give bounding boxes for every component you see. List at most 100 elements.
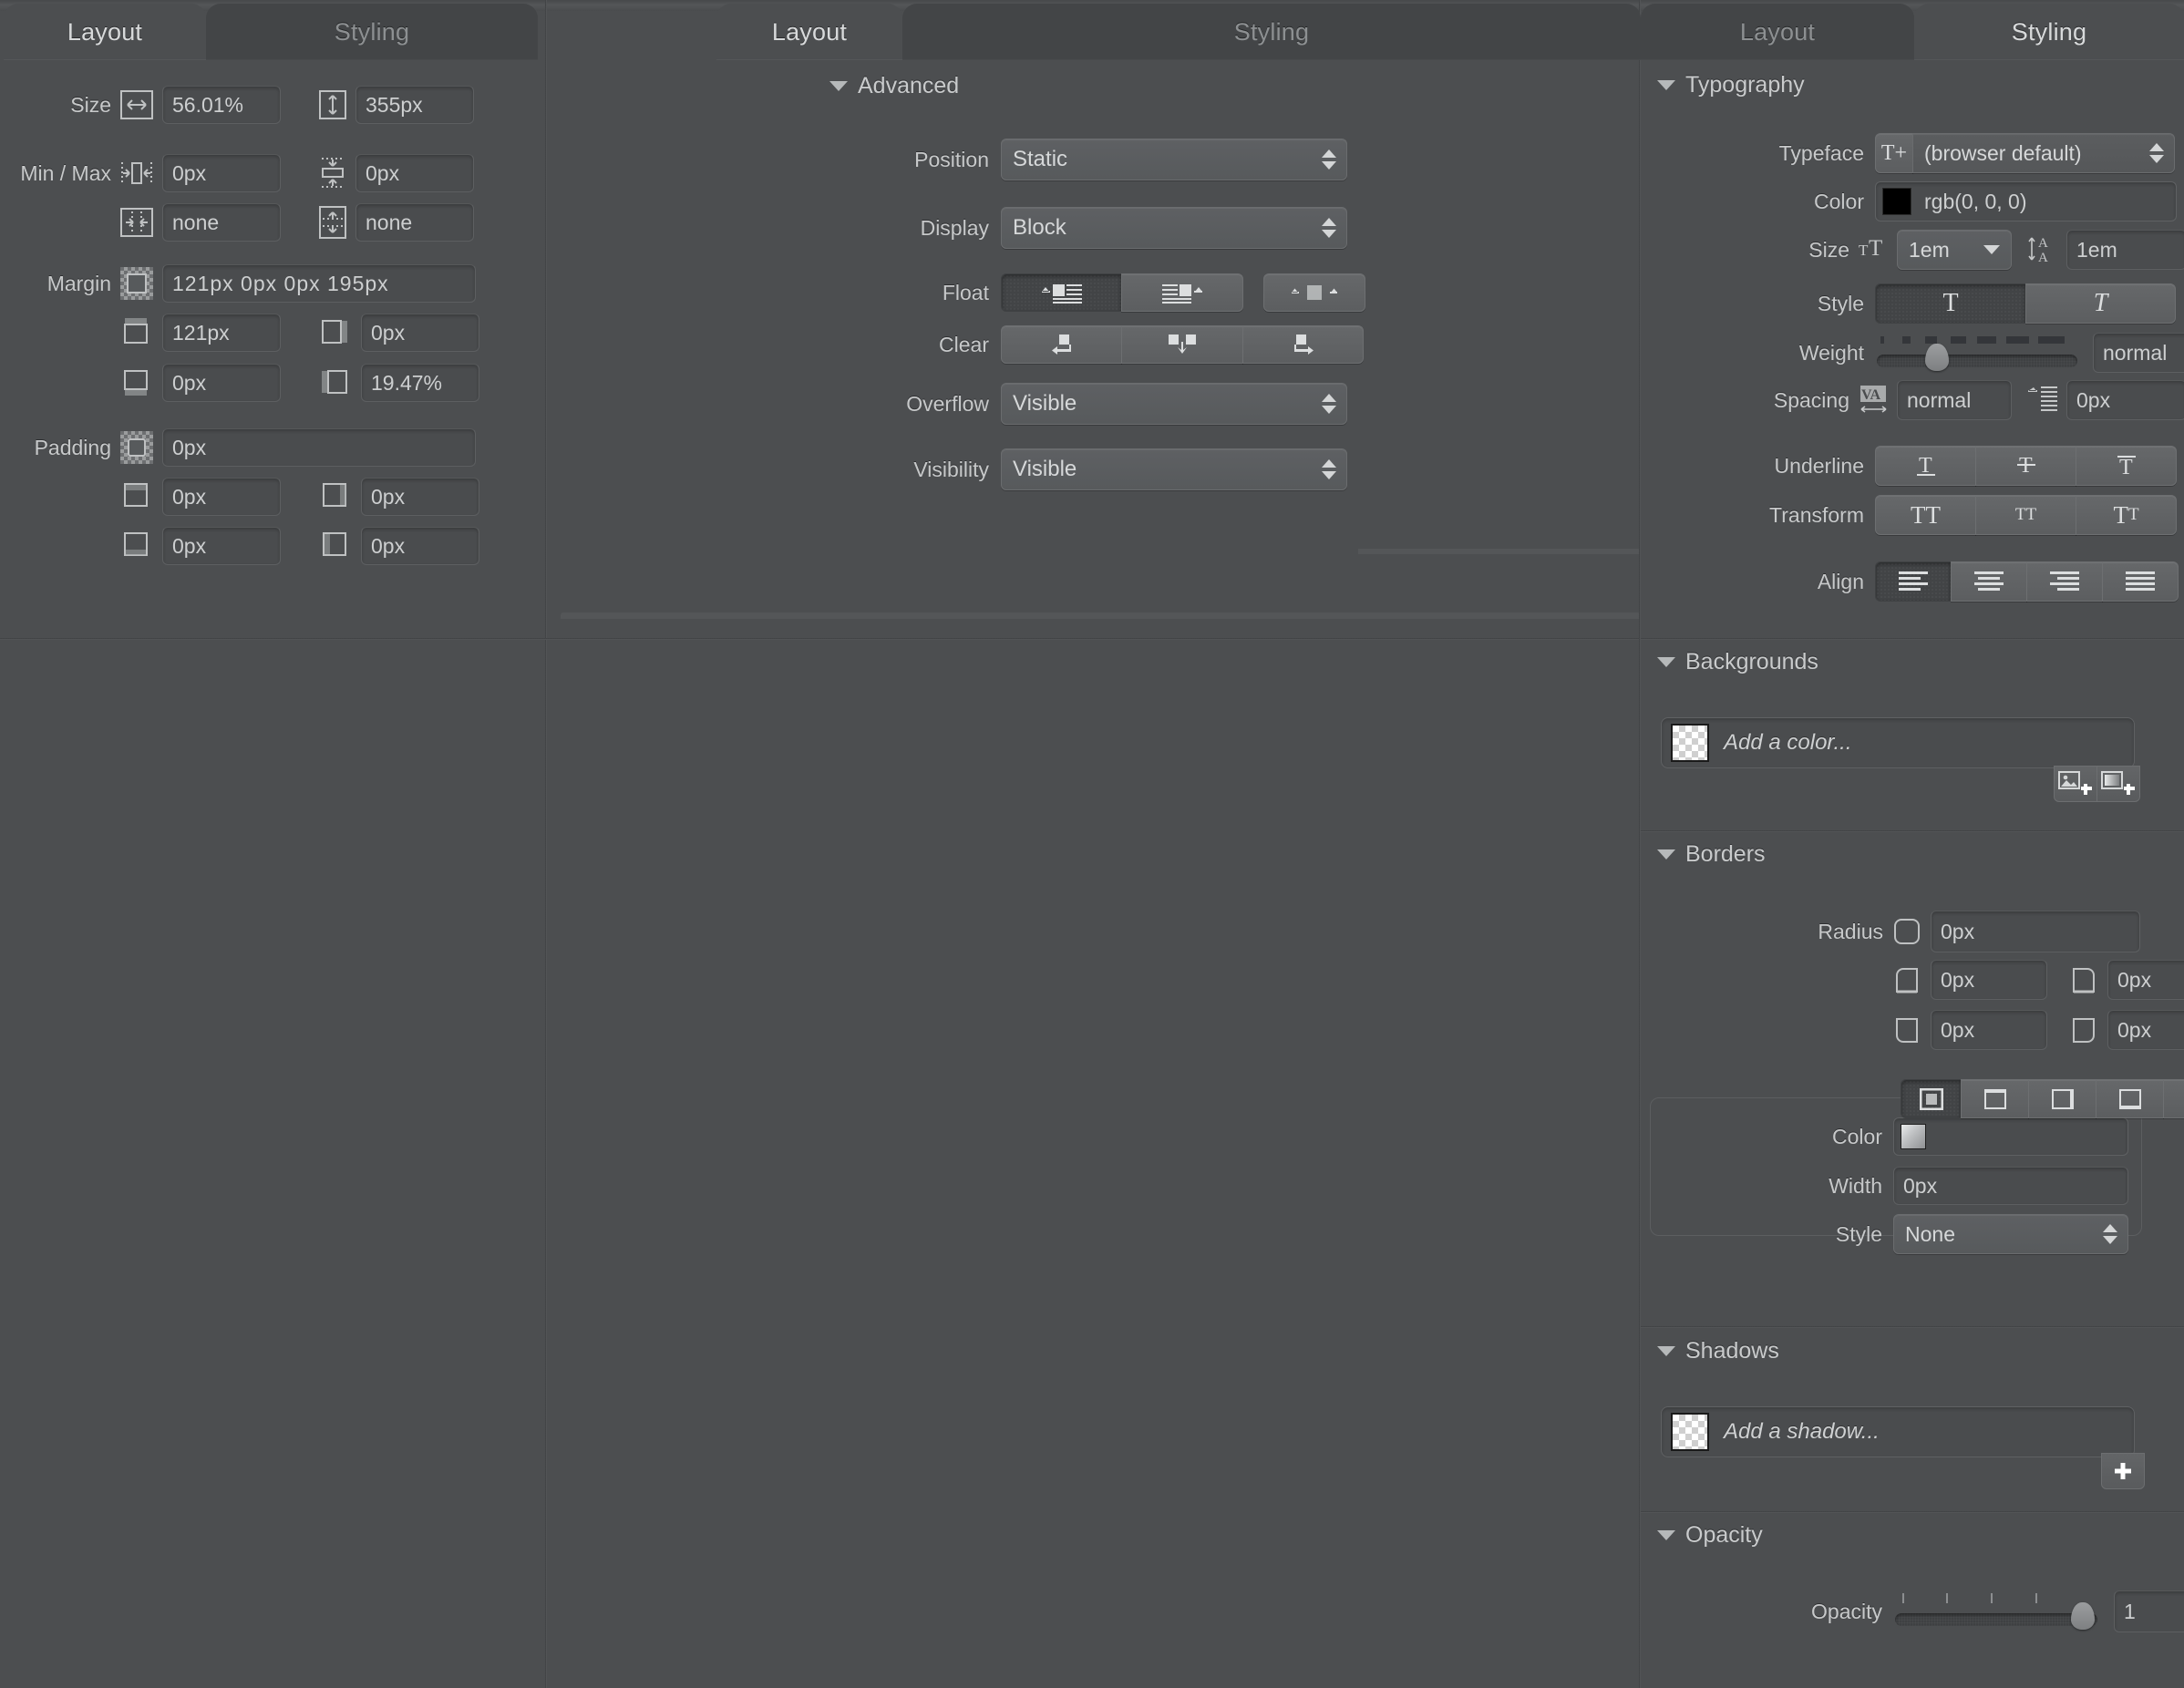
opacity-section-header[interactable]: Opacity bbox=[1657, 1522, 1763, 1549]
margin-top-input[interactable]: 121px bbox=[162, 314, 281, 352]
divider bbox=[1641, 638, 2184, 640]
border-right-side-button[interactable] bbox=[2028, 1079, 2096, 1118]
display-select[interactable]: Block bbox=[1001, 207, 1347, 249]
transparent-swatch[interactable] bbox=[1671, 1413, 1709, 1451]
line-height-input[interactable]: 1em bbox=[2066, 230, 2184, 270]
height-icon bbox=[319, 90, 346, 119]
align-left-button[interactable] bbox=[1875, 561, 1952, 602]
weight-slider[interactable] bbox=[1877, 333, 2077, 373]
radius-bottom-right-input[interactable]: 0px bbox=[2107, 1010, 2184, 1050]
font-style-italic-button[interactable]: T bbox=[2025, 283, 2176, 324]
margin-left-input[interactable]: 19.47% bbox=[361, 364, 479, 402]
tab-layout-mid[interactable]: Layout bbox=[716, 4, 902, 60]
backgrounds-section-header[interactable]: Backgrounds bbox=[1657, 649, 1818, 675]
border-bottom-side-button[interactable] bbox=[2096, 1079, 2164, 1118]
height-input[interactable]: 355px bbox=[355, 86, 474, 124]
add-background-image-icon[interactable] bbox=[2054, 766, 2097, 802]
right-panel-tabbar: Layout Styling bbox=[1641, 0, 2184, 60]
add-shadow-icon[interactable] bbox=[2101, 1453, 2145, 1489]
border-all-sides-button[interactable] bbox=[1901, 1079, 1962, 1118]
borders-section-header[interactable]: Borders bbox=[1657, 841, 1766, 868]
radius-top-right-input[interactable]: 0px bbox=[2107, 960, 2184, 1000]
radius-all-input[interactable]: 0px bbox=[1931, 911, 2140, 952]
clear-both-button[interactable] bbox=[1121, 325, 1243, 364]
float-right-button[interactable] bbox=[1121, 273, 1243, 312]
min-width-input[interactable]: 0px bbox=[162, 154, 281, 192]
max-height-input[interactable]: none bbox=[355, 203, 474, 242]
align-right-button[interactable] bbox=[2026, 561, 2103, 602]
border-style-select[interactable]: None bbox=[1893, 1214, 2128, 1254]
padding-right-input[interactable]: 0px bbox=[361, 478, 479, 516]
weight-input[interactable]: normal bbox=[2093, 333, 2184, 373]
radius-bottom-left-input[interactable]: 0px bbox=[1931, 1010, 2047, 1050]
typography-section-header[interactable]: Typography bbox=[1657, 72, 1805, 98]
font-size-value: 1em bbox=[1909, 238, 1950, 262]
text-indent-input[interactable]: 0px bbox=[2066, 380, 2184, 420]
border-color-label: Color bbox=[1641, 1125, 1882, 1149]
typeface-value: (browser default) bbox=[1924, 141, 2082, 165]
max-width-input[interactable]: none bbox=[162, 203, 281, 242]
background-color-row[interactable]: Add a color... bbox=[1661, 717, 2135, 768]
panel-divider-right[interactable] bbox=[1639, 0, 1641, 1688]
border-color-row: Color bbox=[1641, 1117, 2128, 1156]
svg-text:T: T bbox=[1859, 242, 1869, 259]
tab-styling-right[interactable]: Styling bbox=[1914, 4, 2184, 60]
overline-button[interactable]: T bbox=[2076, 446, 2177, 486]
min-height-input[interactable]: 0px bbox=[355, 154, 474, 192]
margin-bottom-input[interactable]: 0px bbox=[162, 364, 281, 402]
padding-left-input[interactable]: 0px bbox=[361, 527, 479, 565]
text-color-field[interactable]: rgb(0, 0, 0) bbox=[1875, 181, 2177, 221]
capitalize-button[interactable]: TT bbox=[2076, 495, 2177, 535]
padding-all-input[interactable]: 0px bbox=[162, 428, 476, 467]
advanced-section-header[interactable]: Advanced bbox=[829, 73, 959, 99]
position-select[interactable]: Static bbox=[1001, 139, 1347, 180]
clear-left-button[interactable] bbox=[1001, 325, 1122, 364]
shadow-row[interactable]: Add a shadow... bbox=[1661, 1406, 2135, 1457]
border-left-side-button[interactable] bbox=[2163, 1079, 2184, 1118]
opacity-input[interactable]: 1 bbox=[2114, 1590, 2184, 1632]
radius-top-left-input[interactable]: 0px bbox=[1931, 960, 2047, 1000]
tab-label: Layout bbox=[1740, 18, 1815, 46]
transparent-swatch[interactable] bbox=[1671, 724, 1709, 762]
underline-button[interactable]: T bbox=[1875, 446, 1976, 486]
overflow-select[interactable]: Visible bbox=[1001, 383, 1347, 425]
add-typeface-icon[interactable]: T+ bbox=[1875, 133, 1913, 173]
margin-all-input[interactable]: 121px 0px 0px 195px bbox=[162, 264, 476, 303]
letter-spacing-input[interactable]: normal bbox=[1897, 380, 2012, 420]
tab-layout-left[interactable]: Layout bbox=[4, 4, 206, 60]
tab-layout-right[interactable]: Layout bbox=[1641, 4, 1914, 60]
border-color-field[interactable] bbox=[1893, 1117, 2128, 1156]
uppercase-button[interactable]: TT bbox=[1875, 495, 1976, 535]
clear-right-button[interactable] bbox=[1242, 325, 1364, 364]
lowercase-button[interactable]: TT bbox=[1975, 495, 2076, 535]
width-input[interactable]: 56.01% bbox=[162, 86, 281, 124]
letter-spacing-row: Spacing VA normal 0px bbox=[1641, 380, 2184, 420]
border-top-side-button[interactable] bbox=[1961, 1079, 2029, 1118]
color-swatch[interactable] bbox=[1882, 188, 1911, 215]
padding-top-input[interactable]: 0px bbox=[162, 478, 281, 516]
opacity-slider[interactable] bbox=[1895, 1591, 2097, 1631]
typeface-select[interactable]: (browser default) bbox=[1912, 133, 2175, 173]
font-style-normal-button[interactable]: T bbox=[1875, 283, 2026, 324]
add-background-gradient-icon[interactable] bbox=[2096, 766, 2140, 802]
border-width-input[interactable]: 0px bbox=[1893, 1167, 2128, 1205]
spinner-icon bbox=[2103, 1224, 2117, 1244]
float-left-button[interactable] bbox=[1001, 273, 1122, 312]
overflow-value: Visible bbox=[1013, 391, 1077, 416]
panel-divider-left[interactable] bbox=[545, 0, 547, 1688]
float-none-button[interactable] bbox=[1263, 273, 1365, 312]
visibility-select[interactable]: Visible bbox=[1001, 448, 1347, 490]
margin-right-input[interactable]: 0px bbox=[361, 314, 479, 352]
opacity-slider-knob[interactable] bbox=[2071, 1602, 2095, 1630]
margin-right-icon bbox=[319, 316, 352, 349]
align-center-button[interactable] bbox=[1951, 561, 2027, 602]
tab-styling-mid[interactable]: Styling bbox=[902, 4, 1641, 60]
weight-slider-knob[interactable] bbox=[1925, 344, 1949, 371]
padding-bottom-input[interactable]: 0px bbox=[162, 527, 281, 565]
tab-styling-left[interactable]: Styling bbox=[206, 4, 538, 60]
shadows-section-header[interactable]: Shadows bbox=[1657, 1338, 1779, 1364]
border-color-swatch[interactable] bbox=[1901, 1124, 1926, 1149]
font-size-select[interactable]: 1em bbox=[1897, 230, 2012, 270]
align-justify-button[interactable] bbox=[2102, 561, 2179, 602]
line-through-button[interactable]: T bbox=[1975, 446, 2076, 486]
